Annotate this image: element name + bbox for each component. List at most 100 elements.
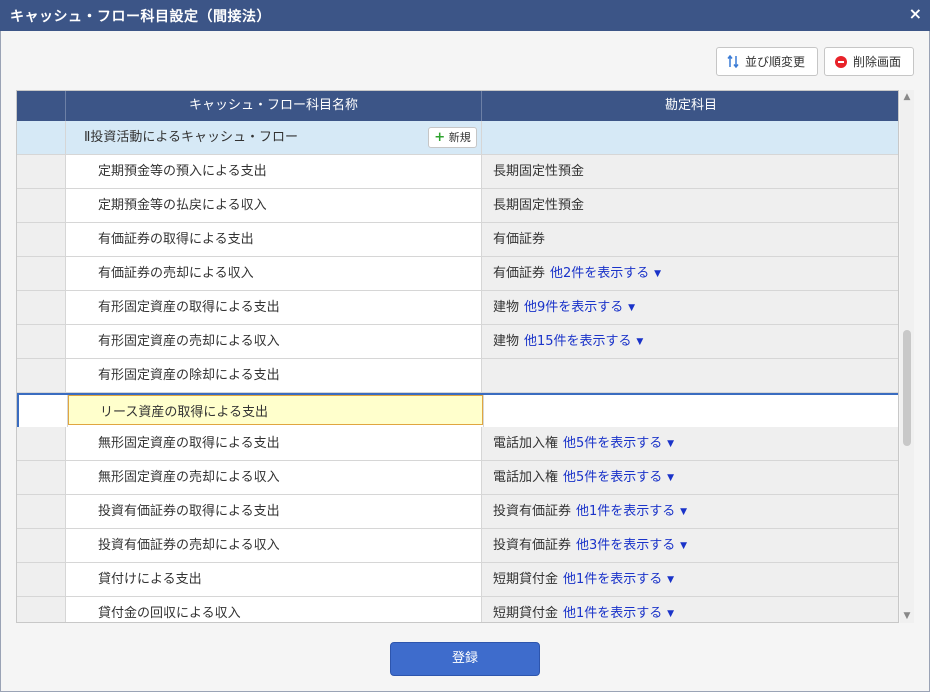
table-row[interactable]: 定期預金等の払戻による収入 長期固定性預金	[17, 189, 898, 223]
caret-down-icon: ▼	[664, 575, 675, 585]
caret-down-icon: ▼	[664, 473, 675, 483]
table-row[interactable]: 貸付金の回収による収入 短期貸付金 他1件を表示する ▼	[17, 597, 898, 622]
row-handle[interactable]	[17, 529, 66, 562]
table-row[interactable]: 投資有価証券の売却による収入 投資有価証券 他3件を表示する ▼	[17, 529, 898, 563]
row-name-cell[interactable]: 無形固定資産の売却による収入	[66, 461, 482, 494]
show-more-link[interactable]: 他2件を表示する ▼	[550, 266, 661, 281]
row-account-cell[interactable]: 電話加入権 他5件を表示する ▼	[482, 461, 898, 494]
row-handle[interactable]	[17, 257, 66, 290]
row-name-cell[interactable]: 投資有価証券の取得による支出	[66, 495, 482, 528]
row-account: 短期貸付金	[493, 572, 559, 587]
row-name: 無形固定資産の売却による収入	[98, 470, 280, 485]
table-row[interactable]: 有価証券の売却による収入 有価証券 他2件を表示する ▼	[17, 257, 898, 291]
show-more-link[interactable]: 他1件を表示する ▼	[563, 606, 674, 621]
row-name-cell[interactable]: 定期預金等の払戻による収入	[66, 189, 482, 222]
group-row: Ⅱ投資活動によるキャッシュ・フロー + 新規	[17, 121, 898, 155]
show-more-link[interactable]: 他1件を表示する ▼	[563, 572, 674, 587]
row-account-cell[interactable]	[482, 359, 898, 392]
table-row-editing[interactable]	[17, 393, 898, 428]
row-name-cell[interactable]: 貸付けによる支出	[66, 563, 482, 596]
row-name-cell[interactable]: 有形固定資産の売却による収入	[66, 325, 482, 358]
row-name: 無形固定資産の取得による支出	[98, 436, 280, 451]
register-button[interactable]: 登録	[390, 642, 540, 676]
row-account-cell[interactable]: 建物 他9件を表示する ▼	[482, 291, 898, 324]
row-handle[interactable]	[19, 395, 68, 428]
row-account-cell[interactable]: 短期貸付金 他1件を表示する ▼	[482, 563, 898, 596]
row-handle[interactable]	[17, 291, 66, 324]
row-name-cell[interactable]: 有形固定資産の除却による支出	[66, 359, 482, 392]
row-account: 投資有価証券	[493, 504, 572, 519]
row-name-cell[interactable]: 定期預金等の預入による支出	[66, 155, 482, 188]
show-more-link[interactable]: 他5件を表示する ▼	[563, 436, 674, 451]
table-row[interactable]: 有価証券の取得による支出 有価証券	[17, 223, 898, 257]
row-handle[interactable]	[17, 427, 66, 460]
row-name-cell[interactable]: 有価証券の取得による支出	[66, 223, 482, 256]
scroll-down-icon[interactable]: ▼	[900, 609, 914, 623]
row-handle[interactable]	[17, 325, 66, 358]
row-handle[interactable]	[17, 223, 66, 256]
row-account: 電話加入権	[493, 436, 559, 451]
row-account-cell[interactable]: 電話加入権 他5件を表示する ▼	[482, 427, 898, 460]
show-more-link[interactable]: 他3件を表示する ▼	[576, 538, 687, 553]
row-account: 建物	[493, 334, 520, 349]
row-account-cell[interactable]: 長期固定性預金	[482, 189, 898, 222]
group-cell: Ⅱ投資活動によるキャッシュ・フロー + 新規	[66, 121, 482, 154]
row-name: 定期預金等の払戻による収入	[98, 198, 267, 213]
row-account-cell[interactable]: 短期貸付金 他1件を表示する ▼	[482, 597, 898, 622]
row-name-cell[interactable]: 無形固定資産の取得による支出	[66, 427, 482, 460]
table-row[interactable]: 無形固定資産の売却による収入 電話加入権 他5件を表示する ▼	[17, 461, 898, 495]
table-row[interactable]: 有形固定資産の取得による支出 建物 他9件を表示する ▼	[17, 291, 898, 325]
row-name-cell[interactable]: 有価証券の売却による収入	[66, 257, 482, 290]
row-handle[interactable]	[17, 495, 66, 528]
row-name-cell[interactable]: 貸付金の回収による収入	[66, 597, 482, 622]
row-handle[interactable]	[17, 461, 66, 494]
row-account-cell[interactable]: 有価証券 他2件を表示する ▼	[482, 257, 898, 290]
row-account-cell[interactable]: 投資有価証券 他3件を表示する ▼	[482, 529, 898, 562]
caret-down-icon: ▼	[664, 439, 675, 449]
row-account: 長期固定性預金	[493, 164, 585, 179]
name-edit-input[interactable]	[68, 395, 483, 425]
row-name: 有価証券の売却による収入	[98, 266, 254, 281]
row-handle[interactable]	[17, 597, 66, 622]
show-more-link[interactable]: 他15件を表示する ▼	[524, 334, 643, 349]
table-row[interactable]: 無形固定資産の取得による支出 電話加入権 他5件を表示する ▼	[17, 427, 898, 461]
sort-order-button[interactable]: 並び順変更	[716, 47, 818, 76]
header-blank-cell	[17, 91, 66, 121]
header-account: 勘定科目	[664, 98, 717, 113]
new-button[interactable]: + 新規	[428, 127, 477, 148]
table-row[interactable]: 投資有価証券の取得による支出 投資有価証券 他1件を表示する ▼	[17, 495, 898, 529]
vertical-scrollbar[interactable]: ▲ ▼	[900, 90, 914, 623]
show-more-label: 他1件を表示する	[576, 504, 676, 519]
row-account: 有価証券	[493, 232, 546, 247]
show-more-label: 他3件を表示する	[576, 538, 676, 553]
show-more-link[interactable]: 他9件を表示する ▼	[524, 300, 635, 315]
row-account-cell[interactable]: 建物 他15件を表示する ▼	[482, 325, 898, 358]
scroll-up-icon[interactable]: ▲	[900, 90, 914, 104]
delete-screen-button[interactable]: 削除画面	[824, 47, 914, 76]
dialog-titlebar: キャッシュ・フロー科目設定（間接法） ×	[0, 0, 930, 31]
row-account-cell[interactable]: 長期固定性預金	[482, 155, 898, 188]
show-more-label: 他5件を表示する	[563, 470, 663, 485]
row-name-cell[interactable]: 投資有価証券の売却による収入	[66, 529, 482, 562]
row-name-cell[interactable]	[68, 395, 484, 428]
sort-order-label: 並び順変更	[745, 55, 806, 69]
show-more-link[interactable]: 他1件を表示する ▼	[576, 504, 687, 519]
grid-header: キャッシュ・フロー科目名称 勘定科目	[17, 91, 898, 121]
row-account-cell[interactable]: 投資有価証券 他1件を表示する ▼	[482, 495, 898, 528]
table-row[interactable]: 有形固定資産の除却による支出	[17, 359, 898, 393]
show-more-link[interactable]: 他5件を表示する ▼	[563, 470, 674, 485]
scroll-thumb[interactable]	[903, 330, 911, 446]
table-row[interactable]: 定期預金等の預入による支出 長期固定性預金	[17, 155, 898, 189]
close-icon[interactable]: ×	[909, 4, 922, 23]
table-row[interactable]: 貸付けによる支出 短期貸付金 他1件を表示する ▼	[17, 563, 898, 597]
row-handle[interactable]	[17, 189, 66, 222]
row-name-cell[interactable]: 有形固定資産の取得による支出	[66, 291, 482, 324]
row-handle[interactable]	[17, 359, 66, 392]
row-account-cell[interactable]	[484, 395, 898, 428]
row-handle[interactable]	[17, 155, 66, 188]
row-account-cell[interactable]: 有価証券	[482, 223, 898, 256]
row-handle[interactable]	[17, 563, 66, 596]
caret-down-icon: ▼	[677, 541, 688, 551]
row-account: 有価証券	[493, 266, 546, 281]
table-row[interactable]: 有形固定資産の売却による収入 建物 他15件を表示する ▼	[17, 325, 898, 359]
